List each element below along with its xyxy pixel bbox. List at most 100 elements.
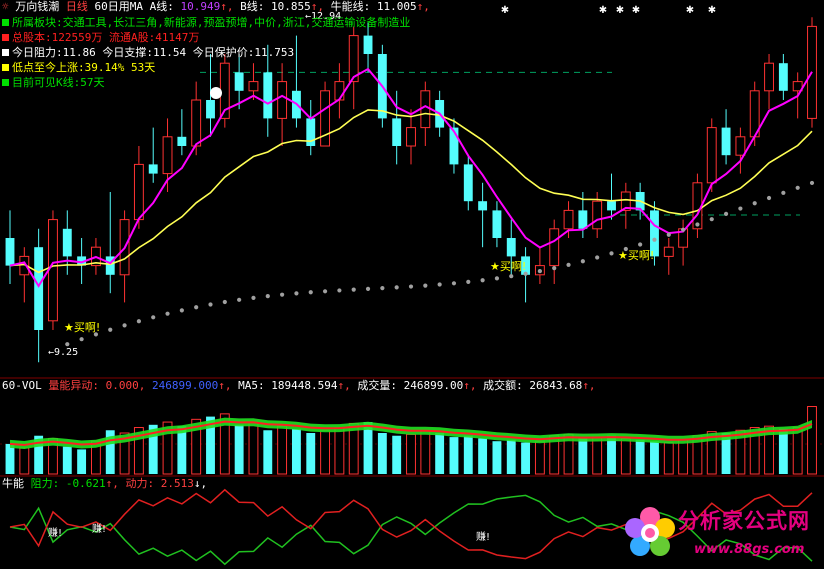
volume-bar-up bbox=[807, 406, 817, 475]
shares-value: 122559万 流通A股:41147万 bbox=[51, 31, 200, 44]
volume-bar-down bbox=[263, 430, 273, 474]
trend-dot bbox=[537, 268, 542, 274]
candle-body-up bbox=[406, 127, 416, 147]
candle-body-up bbox=[663, 246, 674, 257]
trend-dot bbox=[222, 299, 227, 305]
volume-bar-up bbox=[334, 427, 345, 475]
trend-dot bbox=[580, 259, 585, 264]
volume-bar-up bbox=[420, 429, 431, 475]
trend-dot bbox=[509, 274, 514, 279]
volume-bar-down bbox=[234, 424, 244, 474]
candle-body-down bbox=[177, 136, 187, 146]
shares-label: 总股本: bbox=[12, 31, 52, 44]
candle-body-down bbox=[5, 238, 15, 266]
candle-body-down bbox=[578, 210, 588, 229]
trend-dot bbox=[65, 342, 70, 347]
amount-label: 成交额: bbox=[483, 379, 523, 392]
candle-body-down bbox=[721, 127, 731, 156]
candle-body-up bbox=[764, 62, 774, 92]
volume-bar-down bbox=[521, 442, 531, 474]
bullet-icon bbox=[2, 49, 9, 56]
volume-arrow: ↑, bbox=[463, 379, 477, 392]
low-price-label: ←9.25 bbox=[48, 347, 78, 358]
candle-body-down bbox=[34, 247, 44, 330]
volume-anomaly-value: 0.000, bbox=[105, 379, 146, 392]
trend-dot bbox=[165, 311, 170, 316]
buy-signal: ★买啊! bbox=[490, 260, 526, 273]
volume-ma5-value: 189448.594 bbox=[271, 379, 338, 392]
star-icon: ✱ bbox=[632, 5, 640, 16]
volume-bar-down bbox=[778, 428, 788, 474]
resistance-arrow: ↑, bbox=[105, 477, 119, 490]
candle-body-down bbox=[392, 118, 402, 146]
candle-body-up bbox=[162, 136, 173, 175]
info-row-rise: 低点至今上涨: 39.14% 53天 bbox=[0, 60, 410, 75]
volume-panel bbox=[5, 406, 817, 475]
trend-dot bbox=[308, 290, 313, 295]
volume-bar-up bbox=[19, 447, 30, 475]
trend-dot bbox=[781, 190, 786, 195]
period-label[interactable]: 日线 bbox=[66, 0, 88, 13]
volume-anomaly-label: 量能异动: bbox=[48, 379, 99, 392]
stock-name: 万向钱潮 bbox=[15, 0, 60, 13]
volume-bar-up bbox=[406, 433, 416, 475]
candle-body-down bbox=[607, 201, 616, 211]
power-label: 动力: bbox=[125, 477, 155, 490]
rise-label: 低点至今上涨: bbox=[12, 61, 85, 74]
candle-body-down bbox=[62, 228, 72, 257]
volume-bar-down bbox=[635, 439, 645, 474]
info-row-shares: 总股本: 122559万 流通A股:41147万 bbox=[0, 30, 410, 45]
candle-body-down bbox=[478, 201, 488, 211]
star-icon: ✱ bbox=[616, 5, 624, 16]
volume-title[interactable]: 60-VOL bbox=[2, 379, 42, 392]
trend-dot bbox=[766, 195, 772, 201]
volume-bar-up bbox=[620, 437, 631, 475]
resistance-value: -0.621 bbox=[65, 477, 106, 490]
b-line-arrow: ↑, bbox=[310, 0, 324, 13]
volume-bar-up bbox=[248, 421, 259, 475]
info-row-levels: 今日阻力: 11.86 今日支撑:11.54 今日保护价:11.753 bbox=[0, 45, 410, 60]
candle-body-down bbox=[492, 210, 502, 238]
candle-body-down bbox=[506, 238, 516, 257]
trend-dot bbox=[179, 308, 184, 313]
oscillator-header: 牛能 阻力: -0.621↑, 动力: 2.513↓, bbox=[2, 477, 207, 490]
volume-bar-up bbox=[792, 427, 803, 475]
trend-dot bbox=[752, 201, 757, 206]
trend-dot bbox=[480, 278, 485, 283]
power-arrow: ↓, bbox=[193, 477, 208, 490]
info-row-visible: 目前可见K线: 57天 bbox=[0, 75, 410, 90]
trend-dot bbox=[566, 262, 571, 267]
trend-dot bbox=[194, 305, 199, 310]
brand-logo[interactable]: 分析家公式网 www.88gs.com bbox=[620, 501, 820, 567]
volume-bar-down bbox=[377, 433, 387, 474]
trend-dot bbox=[108, 327, 113, 332]
candle-body-up bbox=[563, 209, 574, 230]
power-value: 2.513 bbox=[160, 477, 194, 490]
flower-logo-icon bbox=[625, 507, 675, 556]
trend-dot bbox=[208, 302, 213, 307]
a-line-value: 10.949 bbox=[180, 0, 221, 13]
volume-bar-down bbox=[650, 441, 659, 474]
earn-signal: 赚! bbox=[48, 526, 62, 539]
oscillator-title[interactable]: 牛能 bbox=[2, 477, 24, 490]
levels-label: 今日阻力: bbox=[12, 46, 63, 59]
volume-bar-down bbox=[506, 439, 516, 474]
volume-bar-up bbox=[678, 439, 689, 475]
star-icon: ✱ bbox=[708, 5, 716, 16]
trend-dot bbox=[681, 227, 686, 232]
volume-bar-down bbox=[392, 435, 402, 474]
volume-bar-down bbox=[449, 437, 459, 474]
volume-bar-up bbox=[277, 425, 288, 475]
trend-dot bbox=[423, 283, 428, 288]
stock-icon: ☼ bbox=[2, 0, 9, 13]
volume-bar-down bbox=[478, 438, 488, 474]
a-line-label: A线: bbox=[149, 0, 174, 13]
resistance-label: 阻力: bbox=[30, 477, 60, 490]
visible-label: 目前可见K线: bbox=[12, 76, 81, 89]
earn-signal: 赚! bbox=[92, 522, 106, 535]
volume-ma5-label: MA5: bbox=[238, 379, 265, 392]
trend-dot bbox=[695, 222, 700, 227]
buy-signal: ★买啊! bbox=[618, 249, 654, 262]
trend-dot bbox=[237, 297, 242, 302]
trend-dot bbox=[466, 279, 471, 284]
